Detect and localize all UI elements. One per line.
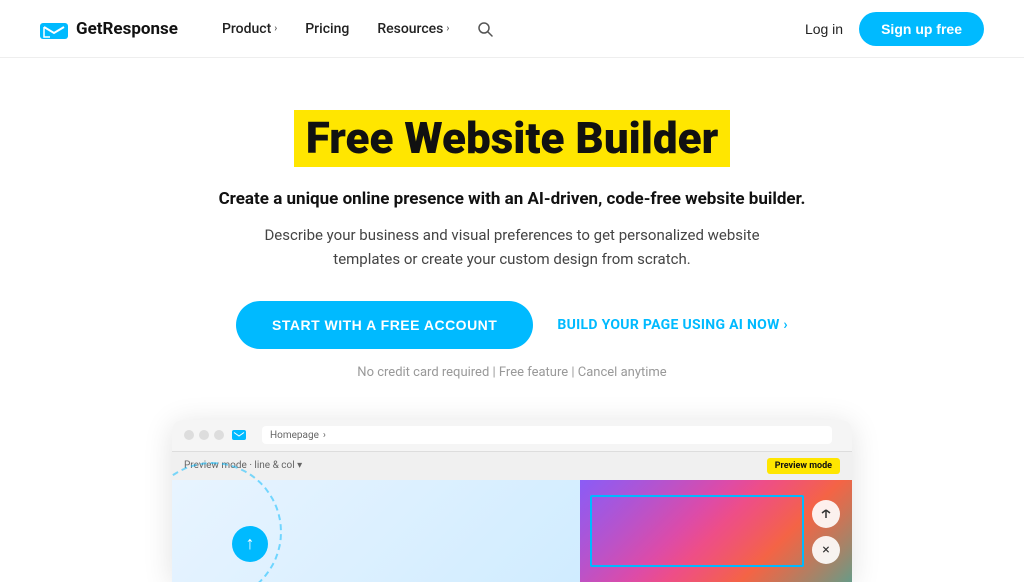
selection-box	[590, 495, 804, 567]
browser-dot-1	[184, 430, 194, 440]
login-button[interactable]: Log in	[805, 21, 843, 37]
nav-links: Product › Pricing Resources ›	[210, 13, 797, 45]
preview-left-panel: ↑	[172, 480, 580, 582]
nav-item-product[interactable]: Product ›	[210, 13, 289, 45]
url-tab-label: Homepage	[270, 430, 319, 441]
hero-description: Describe your business and visual prefer…	[242, 223, 782, 271]
browser-bar: Homepage ›	[172, 420, 852, 452]
navbar: GetResponse Product › Pricing Resources …	[0, 0, 1024, 58]
hero-note: No credit card required | Free feature |…	[357, 365, 666, 380]
browser-dots	[184, 430, 224, 440]
hero-section: Free Website Builder Create a unique onl…	[0, 58, 1024, 420]
close-icon[interactable]: ×	[812, 536, 840, 564]
chevron-down-icon: ›	[446, 23, 449, 34]
dashed-circle-decoration	[172, 462, 282, 582]
preview-body: ↑ ×	[172, 480, 852, 582]
search-button[interactable]	[465, 13, 505, 45]
mail-icon	[232, 430, 246, 440]
hero-subtitle: Create a unique online presence with an …	[219, 189, 806, 209]
preview-top-bar: Preview mode · line & col ▾ Preview mode	[172, 452, 852, 480]
browser-preview: Homepage › Preview mode · line & col ▾ P…	[172, 420, 852, 582]
browser-content: Preview mode · line & col ▾ Preview mode…	[172, 452, 852, 582]
nav-right: Log in Sign up free	[805, 12, 984, 46]
hero-title: Free Website Builder	[294, 110, 731, 167]
chevron-down-icon: ›	[274, 23, 277, 34]
preview-label: Preview mode	[767, 458, 840, 474]
plus-icon: ↑	[246, 533, 255, 554]
preview-right-panel: ×	[580, 480, 852, 582]
nav-item-pricing[interactable]: Pricing	[293, 13, 361, 45]
share-icon[interactable]	[812, 500, 840, 528]
start-free-account-button[interactable]: START WITH A FREE ACCOUNT	[236, 301, 533, 349]
browser-url-bar[interactable]: Homepage ›	[262, 426, 832, 444]
signup-button[interactable]: Sign up free	[859, 12, 984, 46]
browser-dot-2	[199, 430, 209, 440]
browser-dot-3	[214, 430, 224, 440]
nav-item-resources[interactable]: Resources ›	[365, 13, 461, 45]
preview-image: ×	[580, 480, 852, 582]
search-icon	[477, 21, 493, 37]
logo-text: GetResponse	[76, 19, 178, 39]
build-with-ai-link[interactable]: BUILD YOUR PAGE USING AI NOW ›	[557, 317, 788, 333]
hero-cta: START WITH A FREE ACCOUNT BUILD YOUR PAG…	[236, 301, 788, 349]
logo[interactable]: GetResponse	[40, 19, 178, 39]
logo-icon	[40, 19, 68, 39]
fab-button[interactable]: ↑	[232, 526, 268, 562]
